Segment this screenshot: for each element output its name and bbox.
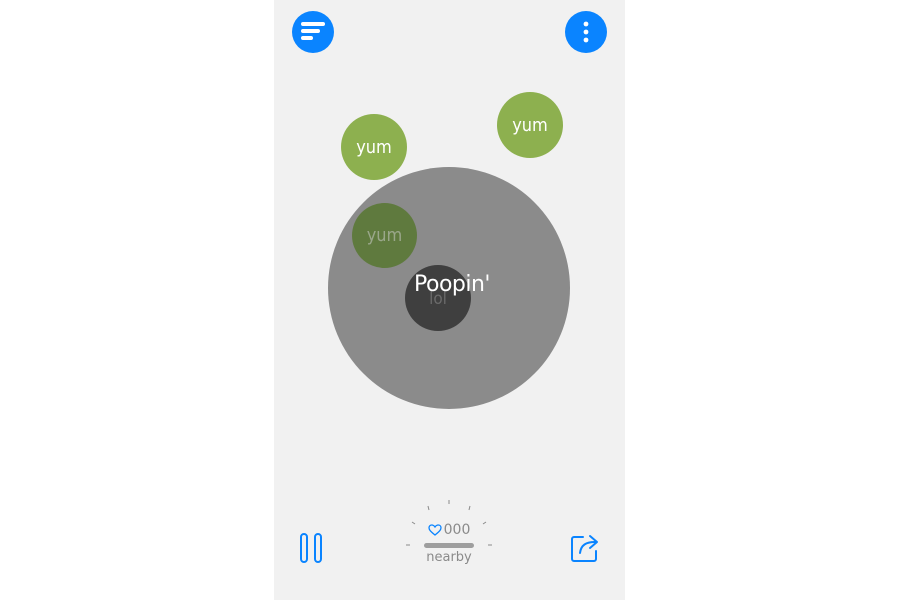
pause-button[interactable]	[298, 532, 326, 564]
yum-bubble-dimmed[interactable]: yum	[352, 203, 417, 268]
yum-bubble[interactable]: yum	[497, 92, 563, 158]
share-button[interactable]	[570, 531, 602, 563]
menu-button[interactable]	[292, 11, 334, 53]
more-options-button[interactable]	[565, 11, 607, 53]
nearby-gauge: 000 nearby	[404, 496, 494, 570]
nearby-count-row: 000	[404, 522, 494, 538]
share-icon	[571, 535, 598, 562]
heart-icon	[427, 524, 442, 536]
bubble-label: yum	[366, 225, 403, 246]
yum-bubble[interactable]: yum	[341, 114, 407, 180]
lines-menu-icon	[301, 22, 325, 40]
bubble-label: yum	[356, 136, 392, 158]
nearby-label: nearby	[426, 550, 472, 565]
pause-icon	[300, 533, 322, 563]
center-status-label: Poopin'	[414, 272, 490, 297]
nearby-bar	[424, 543, 474, 548]
bubble-label: yum	[512, 114, 548, 136]
vertical-dots-icon	[583, 21, 589, 43]
app-screen: yum yum yum lol Poopin' 000 nearby	[274, 0, 625, 600]
nearby-count: 000	[443, 522, 471, 538]
